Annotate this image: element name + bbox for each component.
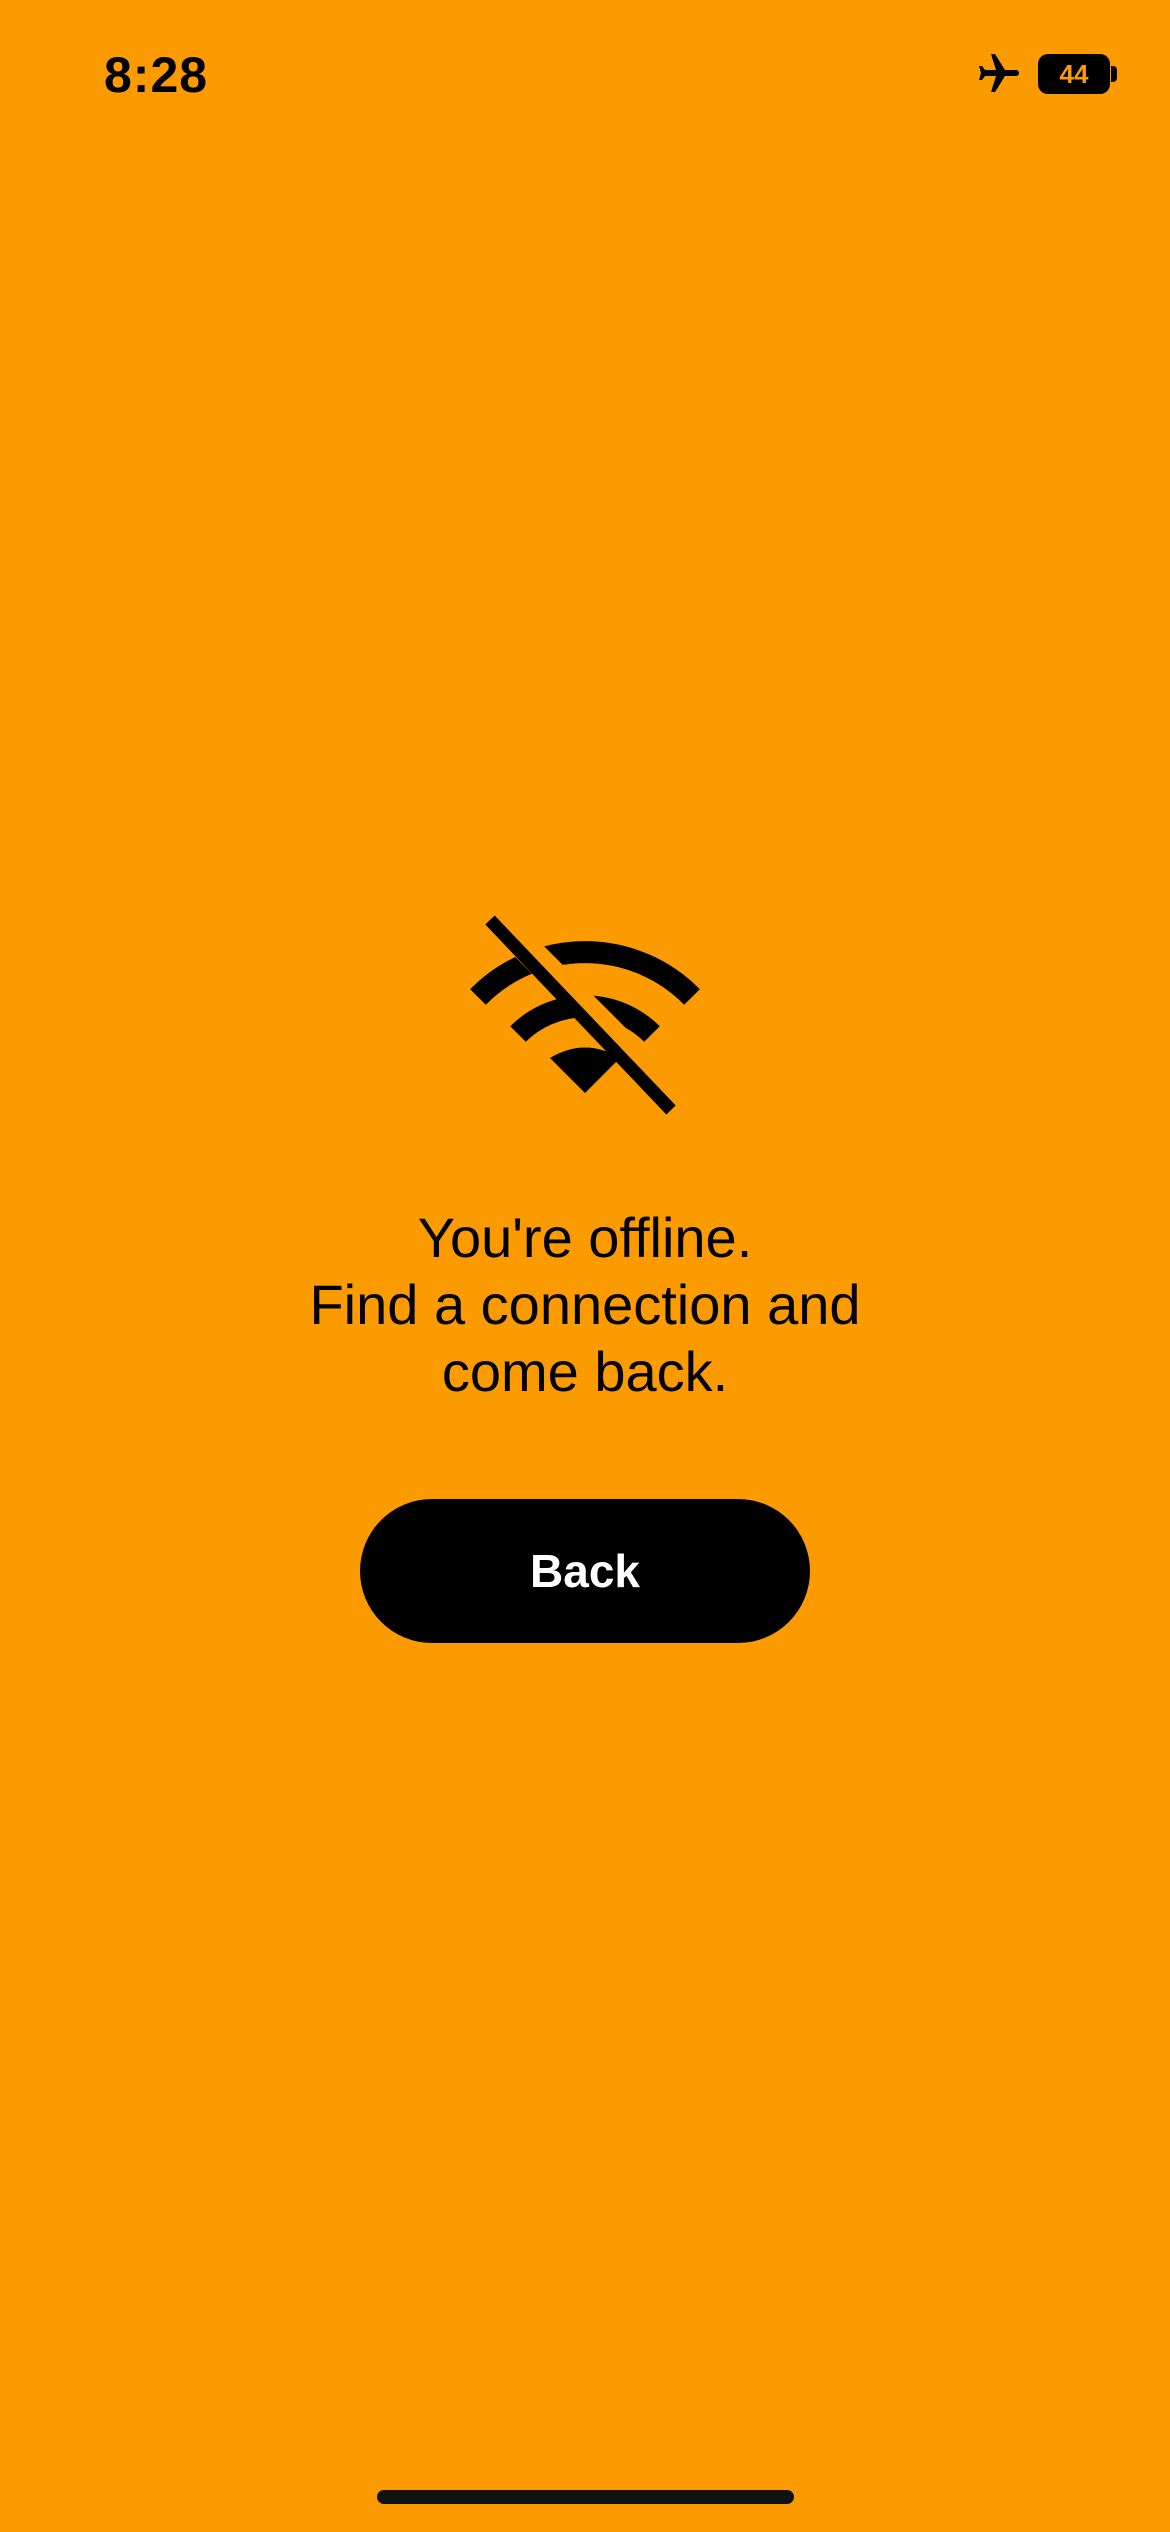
battery-level: 44 bbox=[1059, 59, 1089, 89]
offline-message-line-3: come back. bbox=[441, 1340, 729, 1403]
home-indicator[interactable] bbox=[377, 2490, 794, 2504]
offline-message: You're offline. Find a connection and co… bbox=[185, 1204, 985, 1405]
battery-nub bbox=[1111, 66, 1117, 82]
status-bar: 8:28 44 bbox=[0, 0, 1170, 150]
status-time: 8:28 bbox=[104, 47, 209, 103]
airplane-icon bbox=[979, 54, 1019, 92]
offline-message-line-1: You're offline. bbox=[417, 1206, 753, 1269]
back-button[interactable]: Back bbox=[360, 1499, 810, 1643]
offline-message-line-2: Find a connection and bbox=[309, 1273, 861, 1336]
wifi-off-icon bbox=[470, 912, 700, 1115]
offline-screen: 8:28 44 You're offline. Find a connectio… bbox=[0, 0, 1170, 2532]
battery-indicator: 44 bbox=[1038, 54, 1110, 94]
